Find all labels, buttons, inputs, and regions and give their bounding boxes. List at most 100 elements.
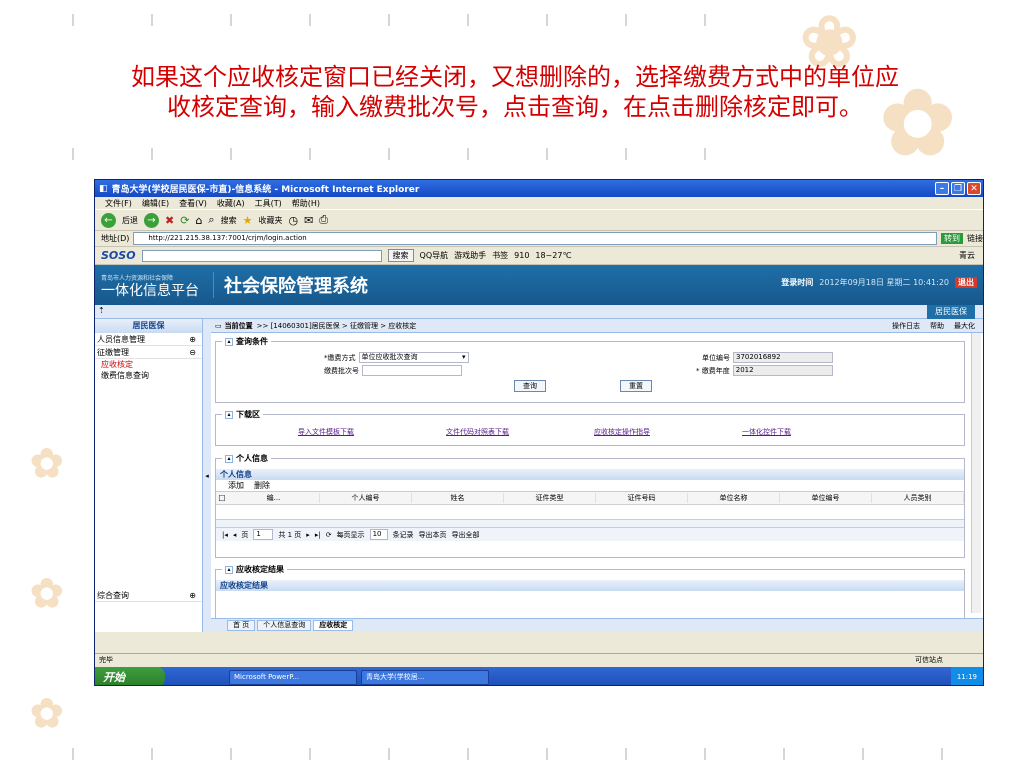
game-helper-link[interactable]: 游戏助手: [454, 250, 486, 261]
links-label[interactable]: 链接: [967, 233, 983, 244]
bg-dash: [704, 748, 706, 760]
soso-search-input[interactable]: [141, 249, 382, 262]
home-icon[interactable]: ⌂: [195, 214, 202, 227]
first-page-icon[interactable]: |◂: [222, 531, 228, 539]
col-id-type[interactable]: 证件类型: [504, 493, 596, 503]
grid-empty-body: [216, 505, 964, 519]
sidebar-item-collection[interactable]: 征缴管理 ⊖: [95, 346, 202, 359]
address-input[interactable]: http://221.215.38.137:7001/crjm/login.ac…: [133, 232, 937, 245]
collapse-icon[interactable]: ▴: [225, 454, 233, 463]
expand-icon[interactable]: ⊕: [189, 335, 196, 344]
favorites-icon[interactable]: ★: [243, 214, 253, 227]
query-button[interactable]: 查询: [514, 380, 546, 392]
vertical-scrollbar[interactable]: [971, 333, 981, 613]
print-icon[interactable]: ⎙: [319, 213, 328, 227]
prev-page-icon[interactable]: ◂: [233, 531, 237, 539]
bookmark-link[interactable]: 书签: [492, 250, 508, 261]
year-input[interactable]: 2012: [732, 365, 833, 376]
collapse-icon[interactable]: ⇡: [98, 306, 105, 315]
batch-input[interactable]: [362, 365, 462, 376]
weather-link[interactable]: 18~27℃: [535, 251, 571, 260]
forward-icon[interactable]: →: [144, 212, 159, 228]
template-download-link[interactable]: 导入文件模板下载: [298, 427, 354, 437]
next-page-icon[interactable]: ▸: [306, 531, 310, 539]
stop-icon[interactable]: ✖: [165, 214, 174, 227]
sidebar-splitter[interactable]: ◂: [203, 319, 211, 632]
module-tab-resident[interactable]: 居民医保: [927, 305, 975, 319]
minimize-button[interactable]: –: [935, 182, 949, 195]
chevron-left-icon[interactable]: ◂: [205, 472, 209, 480]
clock: 11:19: [956, 673, 977, 681]
refresh-icon[interactable]: ⟳: [326, 531, 332, 539]
per-page-input[interactable]: 10: [369, 529, 388, 540]
col-name[interactable]: 姓名: [412, 493, 504, 503]
col-person-type[interactable]: 人员类别: [872, 493, 964, 503]
tab-receivable[interactable]: 应收核定: [313, 620, 354, 631]
sidebar-sub-payment-query[interactable]: 缴费信息查询: [95, 370, 202, 381]
operation-log-link[interactable]: 操作日志: [892, 321, 920, 331]
start-button[interactable]: 开始: [95, 667, 165, 685]
menu-favorites[interactable]: 收藏(A): [217, 198, 245, 209]
last-page-icon[interactable]: ▸|: [315, 531, 321, 539]
unit-no-input[interactable]: 3702016892: [733, 352, 833, 363]
menu-help[interactable]: 帮助(H): [292, 198, 320, 209]
reset-button[interactable]: 重置: [620, 380, 652, 392]
tab-home[interactable]: 首 页: [227, 620, 256, 631]
menu-edit[interactable]: 编辑(E): [142, 198, 169, 209]
menu-view[interactable]: 查看(V): [179, 198, 207, 209]
search-icon[interactable]: ⌕: [208, 213, 214, 227]
sidebar-item-query[interactable]: 综合查询 ⊕: [95, 589, 202, 602]
page-input[interactable]: 1: [253, 529, 274, 540]
close-button[interactable]: ✕: [967, 182, 981, 195]
soso-search-button[interactable]: 搜索: [387, 249, 414, 262]
sidebar-sub-receivable[interactable]: 应收核定: [95, 359, 202, 370]
collapse-icon[interactable]: ⊖: [189, 348, 196, 357]
code-table-download-link[interactable]: 文件代码对照表下载: [446, 427, 509, 437]
collapse-icon[interactable]: ▴: [225, 410, 233, 419]
guide-link[interactable]: 应收核定操作指导: [594, 427, 650, 437]
tab-person-query[interactable]: 个人信息查询: [257, 620, 312, 631]
mail-icon[interactable]: ✉: [304, 214, 313, 227]
caption-line-1: 如果这个应收核定窗口已经关闭，又想删除的，选择缴费方式中的单位应: [131, 63, 899, 91]
col-person-id[interactable]: 个人编号: [320, 493, 412, 503]
col-unit-no[interactable]: 单位编号: [780, 493, 872, 503]
bg-dash: [704, 14, 706, 26]
menu-file[interactable]: 文件(F): [105, 198, 132, 209]
year-row: * 缴费年度 2012: [696, 365, 833, 376]
back-icon[interactable]: ←: [101, 212, 116, 228]
select-all-checkbox[interactable]: ☐: [216, 494, 228, 503]
collapse-icon[interactable]: ▴: [225, 337, 233, 346]
exit-button[interactable]: 退出: [955, 277, 977, 288]
export-all-button[interactable]: 导出全部: [452, 530, 480, 540]
history-icon[interactable]: ◷: [288, 214, 298, 227]
expand-icon[interactable]: ⊕: [189, 591, 196, 600]
taskbar-item-ie[interactable]: 青岛大学(学校居...: [361, 669, 489, 685]
col-no[interactable]: 编...: [228, 493, 320, 503]
restore-button[interactable]: ❐: [951, 182, 965, 195]
back-label[interactable]: 后退: [122, 215, 138, 226]
soso-logo: SOSO: [101, 249, 136, 262]
qq-nav-link[interactable]: QQ导航: [420, 250, 449, 261]
qingyun-link[interactable]: 青云: [959, 250, 983, 261]
add-button[interactable]: 添加: [228, 480, 244, 491]
help-link[interactable]: 帮助: [930, 321, 944, 331]
favorites-label[interactable]: 收藏夹: [258, 215, 282, 226]
taskbar-item-powerpoint[interactable]: Microsoft PowerP...: [229, 669, 357, 685]
menu-tools[interactable]: 工具(T): [255, 198, 282, 209]
delete-button[interactable]: 删除: [254, 480, 270, 491]
chevron-down-icon[interactable]: ▾: [462, 353, 468, 362]
go-button[interactable]: 转到: [941, 233, 963, 244]
export-page-button[interactable]: 导出本页: [419, 530, 447, 540]
refresh-icon[interactable]: ⟳: [180, 214, 189, 227]
col-id-number[interactable]: 证件号码: [596, 493, 688, 503]
pay-method-select[interactable]: 单位应收批次查询 ▾: [358, 352, 469, 363]
col-unit-name[interactable]: 单位名称: [688, 493, 780, 503]
horizontal-scrollbar[interactable]: [216, 519, 964, 527]
collapse-icon[interactable]: ▴: [225, 565, 233, 574]
control-download-link[interactable]: 一体化控件下载: [742, 427, 791, 437]
sidebar-item-person[interactable]: 人员信息管理 ⊕: [95, 333, 202, 346]
search-label[interactable]: 搜索: [221, 215, 237, 226]
maximize-link[interactable]: 最大化: [954, 321, 975, 331]
bg-dash: [151, 14, 153, 26]
count-link[interactable]: 910: [514, 251, 529, 260]
